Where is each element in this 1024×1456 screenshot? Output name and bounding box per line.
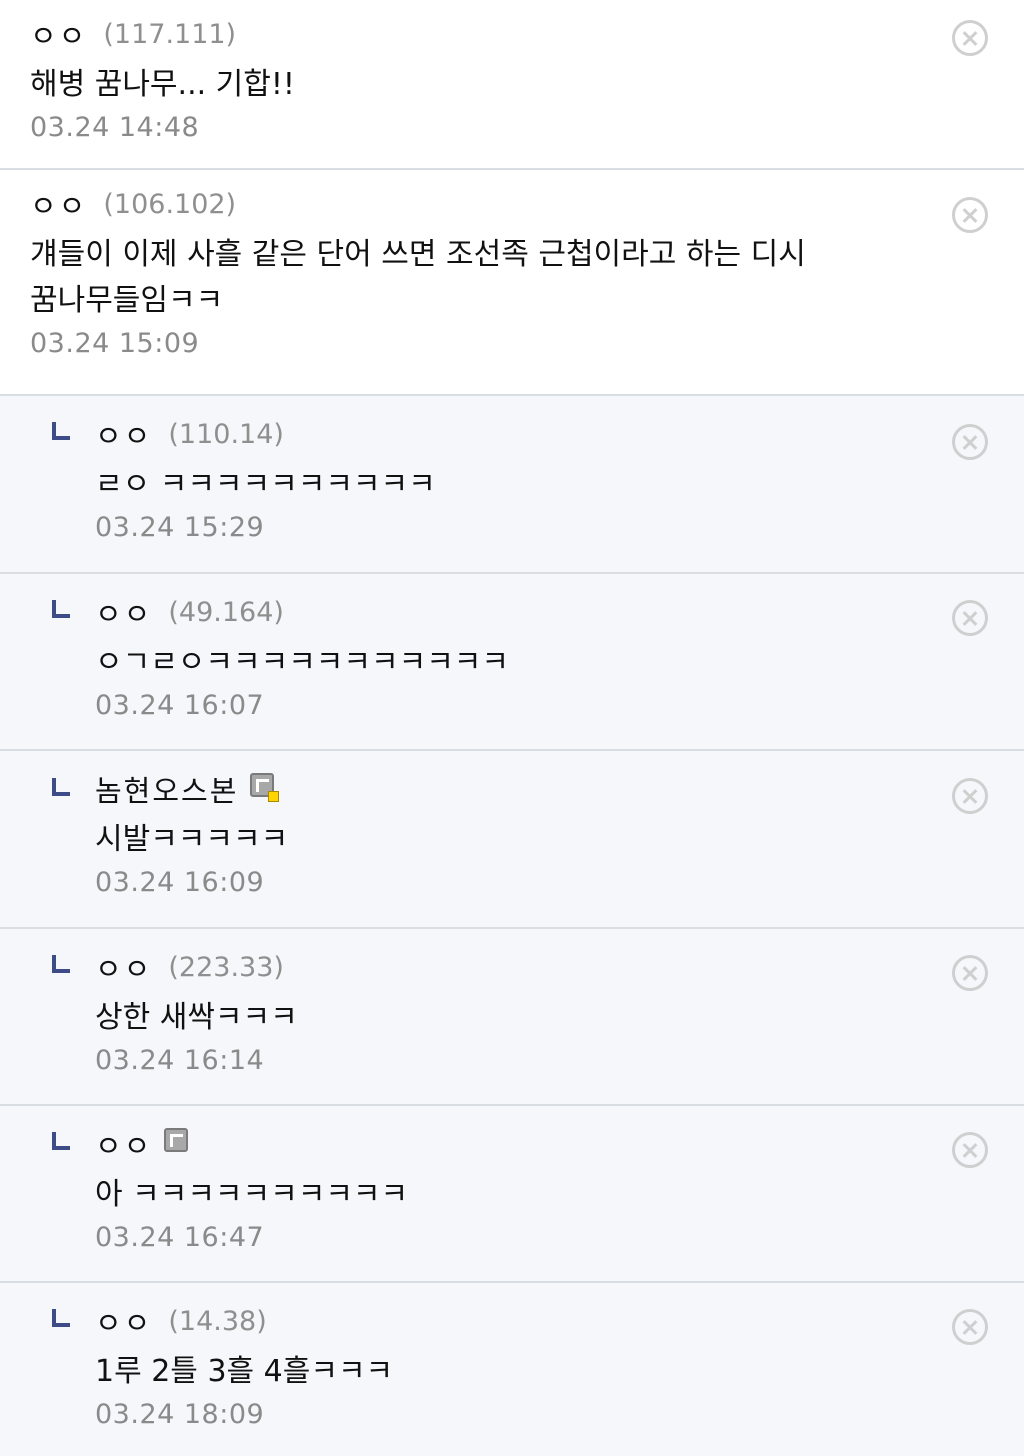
comment-item: ㅇㅇ (117.111) 해병 꿈나무... 기합!! 03.24 14:48 <box>0 0 1024 170</box>
comment-meta: ㅇㅇ (223.33) <box>95 947 954 987</box>
comment-meta: ㅇㅇ (117.111) <box>30 14 954 54</box>
comment-date: 03.24 14:48 <box>30 112 200 143</box>
reply-item: ㅇㅇ 아 ㅋㅋㅋㅋㅋㅋㅋㅋㅋㅋ 03.24 16:47 <box>0 1106 1024 1283</box>
comment-date: 03.24 16:47 <box>95 1222 265 1253</box>
comment-date: 03.24 16:09 <box>95 867 265 898</box>
delete-icon[interactable] <box>952 20 988 56</box>
comment-text: 걔들이 이제 사흘 같은 단어 쓰면 조선족 근첩이라고 하는 디시 꿈나무들임… <box>30 237 806 318</box>
nickname[interactable]: ㅇㅇ <box>95 1300 152 1342</box>
reply-item: ㅇㅇ (223.33) 상한 새싹ㅋㅋㅋ 03.24 16:14 <box>0 929 1024 1106</box>
gallog-icon[interactable] <box>164 1128 189 1152</box>
comment-item: ㅇㅇ (106.102) 걔들이 이제 사흘 같은 단어 쓰면 조선족 근첩이라… <box>0 170 1024 396</box>
nickname[interactable]: ㅇㅇ <box>30 13 87 55</box>
ip-address: (223.33) <box>168 951 284 983</box>
reply-arrow-icon <box>52 955 70 973</box>
comment-meta: ㅇㅇ <box>95 1124 954 1164</box>
comment-date: 03.24 16:07 <box>95 690 265 721</box>
comment-list: ㅇㅇ (117.111) 해병 꿈나무... 기합!! 03.24 14:48 … <box>0 0 1024 1456</box>
comment-date: 03.24 16:14 <box>95 1045 265 1076</box>
comment-text: 1루 2틀 3흘 4흘ㅋㅋㅋ <box>95 1354 394 1389</box>
comment-date: 03.24 15:29 <box>95 512 265 543</box>
reply-item: 놈현오스본 시발ㅋㅋㅋㅋㅋ 03.24 16:09 <box>0 751 1024 929</box>
comment-date: 03.24 18:09 <box>95 1399 265 1430</box>
reply-arrow-icon <box>52 600 70 618</box>
comment-text: 시발ㅋㅋㅋㅋㅋ <box>95 822 289 857</box>
fixed-gallog-icon[interactable] <box>250 773 280 802</box>
comment-meta: ㅇㅇ (106.102) <box>30 184 954 224</box>
reply-arrow-icon <box>52 1132 70 1150</box>
comment-text: ㅇㄱㄹㅇㅋㅋㅋㅋㅋㅋㅋㅋㅋㅋㅋ <box>95 645 509 680</box>
nickname[interactable]: ㅇㅇ <box>95 591 152 633</box>
nickname[interactable]: ㅇㅇ <box>95 946 152 988</box>
nickname[interactable]: ㅇㅇ <box>30 183 87 225</box>
comment-meta: ㅇㅇ (110.14) <box>95 414 954 454</box>
delete-icon[interactable] <box>952 1132 988 1168</box>
comment-meta: ㅇㅇ (49.164) <box>95 592 954 632</box>
ip-address: (117.111) <box>103 18 237 50</box>
comment-text: 아 ㅋㅋㅋㅋㅋㅋㅋㅋㅋㅋ <box>95 1177 409 1212</box>
nickname[interactable]: ㅇㅇ <box>95 413 152 455</box>
reply-arrow-icon <box>52 1309 70 1327</box>
reply-item: ㅇㅇ (49.164) ㅇㄱㄹㅇㅋㅋㅋㅋㅋㅋㅋㅋㅋㅋㅋ 03.24 16:07 <box>0 574 1024 751</box>
nickname[interactable]: ㅇㅇ <box>95 1123 152 1165</box>
nickname[interactable]: 놈현오스본 <box>95 768 238 810</box>
delete-icon[interactable] <box>952 1309 988 1345</box>
ip-address: (106.102) <box>103 188 237 220</box>
reply-arrow-icon <box>52 778 70 796</box>
comment-meta: 놈현오스본 <box>95 769 954 809</box>
ip-address: (110.14) <box>168 418 284 450</box>
delete-icon[interactable] <box>952 955 988 991</box>
ip-address: (49.164) <box>168 596 284 628</box>
reply-item: ㅇㅇ (110.14) ㄹㅇ ㅋㅋㅋㅋㅋㅋㅋㅋㅋㅋ 03.24 15:29 <box>0 396 1024 574</box>
delete-icon[interactable] <box>952 600 988 636</box>
ip-address: (14.38) <box>168 1305 267 1337</box>
comment-text: 상한 새싹ㅋㅋㅋ <box>95 1000 298 1035</box>
comment-text: 해병 꿈나무... 기합!! <box>30 67 295 102</box>
comment-meta: ㅇㅇ (14.38) <box>95 1301 954 1341</box>
comment-text: ㄹㅇ ㅋㅋㅋㅋㅋㅋㅋㅋㅋㅋ <box>95 467 436 502</box>
comment-date: 03.24 15:09 <box>30 328 200 359</box>
delete-icon[interactable] <box>952 778 988 814</box>
reply-arrow-icon <box>52 422 70 440</box>
reply-item: ㅇㅇ (14.38) 1루 2틀 3흘 4흘ㅋㅋㅋ 03.24 18:09 <box>0 1283 1024 1456</box>
delete-icon[interactable] <box>952 197 988 233</box>
delete-icon[interactable] <box>952 424 988 460</box>
